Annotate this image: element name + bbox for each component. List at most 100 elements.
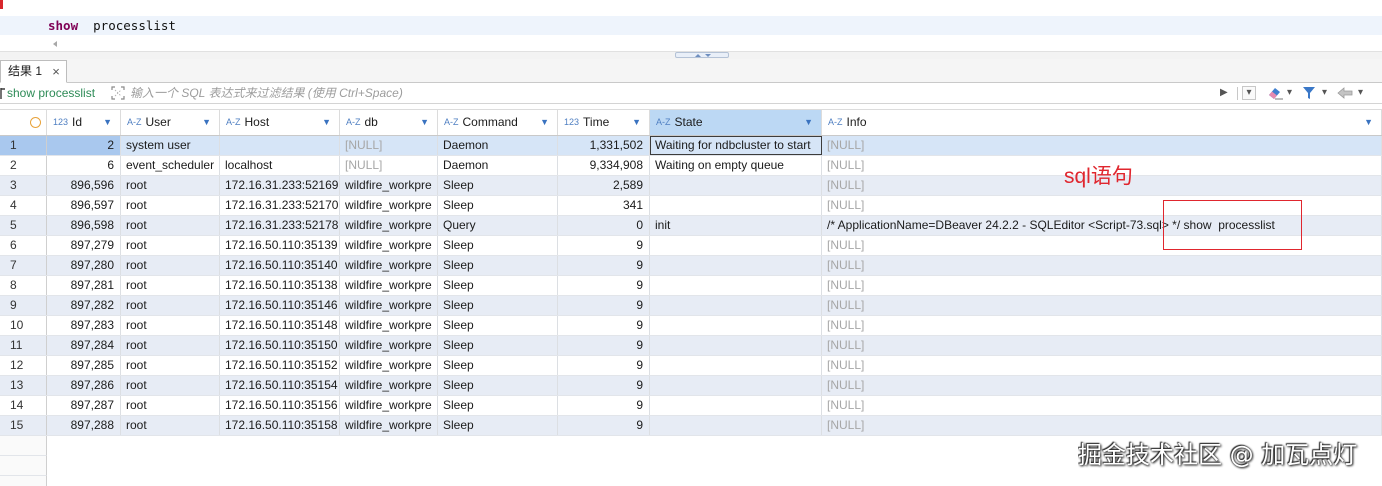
cell-id[interactable]: 897,287 (47, 396, 121, 415)
cell-host[interactable] (220, 136, 340, 155)
cell-info[interactable]: [NULL] (822, 136, 1382, 155)
cell-host[interactable]: 172.16.50.110:35148 (220, 316, 340, 335)
dropdown-arrow-icon[interactable]: ▾ (1322, 83, 1327, 103)
column-filter-dropdown-icon[interactable]: ▼ (1364, 110, 1373, 135)
cell-id[interactable]: 897,283 (47, 316, 121, 335)
cell-db[interactable]: wildfire_workpre (340, 356, 438, 375)
table-row[interactable]: 7 897,280 root 172.16.50.110:35140 wildfire_… (0, 256, 1382, 276)
cell-host[interactable]: 172.16.31.233:52169 (220, 176, 340, 195)
column-header-time[interactable]: 123 Time ▼ (558, 110, 650, 135)
cell-user[interactable]: root (121, 256, 220, 275)
cell-command[interactable]: Sleep (438, 236, 558, 255)
apply-filter-icon[interactable]: ▶ (1220, 83, 1228, 103)
cell-id[interactable]: 897,279 (47, 236, 121, 255)
column-header-db[interactable]: A-Z db ▼ (340, 110, 438, 135)
row-number[interactable]: 2 (0, 156, 47, 175)
cell-time[interactable]: 9 (558, 396, 650, 415)
table-row[interactable]: 8 897,281 root 172.16.50.110:35138 wildfire_… (0, 276, 1382, 296)
cell-state[interactable]: init (650, 216, 822, 235)
cell-user[interactable]: root (121, 176, 220, 195)
dropdown-arrow-icon[interactable]: ▾ (1358, 83, 1363, 103)
cell-db[interactable]: wildfire_workpre (340, 276, 438, 295)
column-filter-dropdown-icon[interactable]: ▼ (632, 110, 641, 135)
column-filter-dropdown-icon[interactable]: ▼ (804, 110, 813, 135)
cell-db[interactable]: wildfire_workpre (340, 216, 438, 235)
cell-time[interactable]: 0 (558, 216, 650, 235)
cell-state[interactable]: Waiting for ndbcluster to start (650, 136, 822, 155)
cell-time[interactable]: 1,331,502 (558, 136, 650, 155)
scroll-left-arrow-icon[interactable] (53, 41, 57, 47)
column-filter-dropdown-icon[interactable]: ▼ (322, 110, 331, 135)
expand-filter-icon[interactable] (111, 86, 125, 100)
cell-command[interactable]: Sleep (438, 416, 558, 435)
editor-current-line[interactable]: show processlist (0, 16, 1382, 35)
maximize-up-icon[interactable] (695, 54, 701, 57)
cell-host[interactable]: 172.16.50.110:35150 (220, 336, 340, 355)
cell-id[interactable]: 897,282 (47, 296, 121, 315)
cell-host[interactable]: 172.16.50.110:35138 (220, 276, 340, 295)
cell-db[interactable]: wildfire_workpre (340, 396, 438, 415)
row-number[interactable]: 15 (0, 416, 47, 435)
cell-time[interactable]: 9 (558, 276, 650, 295)
cell-host[interactable]: 172.16.50.110:35139 (220, 236, 340, 255)
cell-id[interactable]: 897,285 (47, 356, 121, 375)
cell-state[interactable] (650, 236, 822, 255)
row-number[interactable]: 8 (0, 276, 47, 295)
filter-expression-input[interactable] (130, 84, 1210, 102)
cell-info[interactable]: [NULL] (822, 396, 1382, 415)
column-filter-dropdown-icon[interactable]: ▼ (103, 110, 112, 135)
cell-db[interactable]: wildfire_workpre (340, 316, 438, 335)
column-header-info[interactable]: A-Z Info ▼ (822, 110, 1382, 135)
table-row[interactable]: 13 897,286 root 172.16.50.110:35154 wildfire… (0, 376, 1382, 396)
row-number[interactable]: 6 (0, 236, 47, 255)
cell-state[interactable] (650, 196, 822, 215)
cell-info[interactable]: [NULL] (822, 256, 1382, 275)
column-filter-dropdown-icon[interactable]: ▼ (420, 110, 429, 135)
cell-info[interactable]: [NULL] (822, 416, 1382, 435)
cell-id[interactable]: 6 (47, 156, 121, 175)
row-number[interactable]: 4 (0, 196, 47, 215)
cell-time[interactable]: 9 (558, 336, 650, 355)
cell-user[interactable]: root (121, 196, 220, 215)
cell-id[interactable]: 897,281 (47, 276, 121, 295)
table-row[interactable]: 9 897,282 root 172.16.50.110:35146 wildfire_… (0, 296, 1382, 316)
sql-editor[interactable]: show processlist (0, 0, 1382, 51)
cell-host[interactable]: 172.16.50.110:35158 (220, 416, 340, 435)
cell-time[interactable]: 9,334,908 (558, 156, 650, 175)
cell-info[interactable]: [NULL] (822, 356, 1382, 375)
cell-user[interactable]: root (121, 316, 220, 335)
row-number[interactable]: 3 (0, 176, 47, 195)
row-selector-header[interactable] (0, 110, 47, 135)
close-icon[interactable]: × (50, 61, 62, 82)
column-header-user[interactable]: A-Z User ▼ (121, 110, 220, 135)
cell-id[interactable]: 897,280 (47, 256, 121, 275)
cell-user[interactable]: root (121, 396, 220, 415)
cell-db[interactable]: wildfire_workpre (340, 296, 438, 315)
cell-id[interactable]: 896,596 (47, 176, 121, 195)
cell-host[interactable]: 172.16.31.233:52170 (220, 196, 340, 215)
cell-user[interactable]: event_scheduler (121, 156, 220, 175)
column-header-id[interactable]: 123 Id ▼ (47, 110, 121, 135)
editor-results-splitter[interactable] (0, 51, 1382, 59)
cell-state[interactable] (650, 356, 822, 375)
cell-state[interactable] (650, 256, 822, 275)
cell-user[interactable]: root (121, 416, 220, 435)
cell-user[interactable]: root (121, 336, 220, 355)
cell-id[interactable]: 2 (47, 136, 121, 155)
cell-command[interactable]: Sleep (438, 336, 558, 355)
cell-db[interactable]: wildfire_workpre (340, 196, 438, 215)
restore-down-icon[interactable] (705, 54, 711, 57)
cell-time[interactable]: 2,589 (558, 176, 650, 195)
cell-info[interactable]: [NULL] (822, 376, 1382, 395)
cell-state[interactable] (650, 316, 822, 335)
cell-time[interactable]: 9 (558, 256, 650, 275)
column-header-command[interactable]: A-Z Command ▼ (438, 110, 558, 135)
table-row[interactable]: 14 897,287 root 172.16.50.110:35156 wildfire… (0, 396, 1382, 416)
cell-user[interactable]: root (121, 276, 220, 295)
cell-command[interactable]: Sleep (438, 396, 558, 415)
row-number[interactable]: 11 (0, 336, 47, 355)
column-header-state[interactable]: A-Z State ▼ (650, 110, 822, 135)
row-number[interactable]: 14 (0, 396, 47, 415)
cell-host[interactable]: 172.16.50.110:35140 (220, 256, 340, 275)
cell-state[interactable] (650, 416, 822, 435)
